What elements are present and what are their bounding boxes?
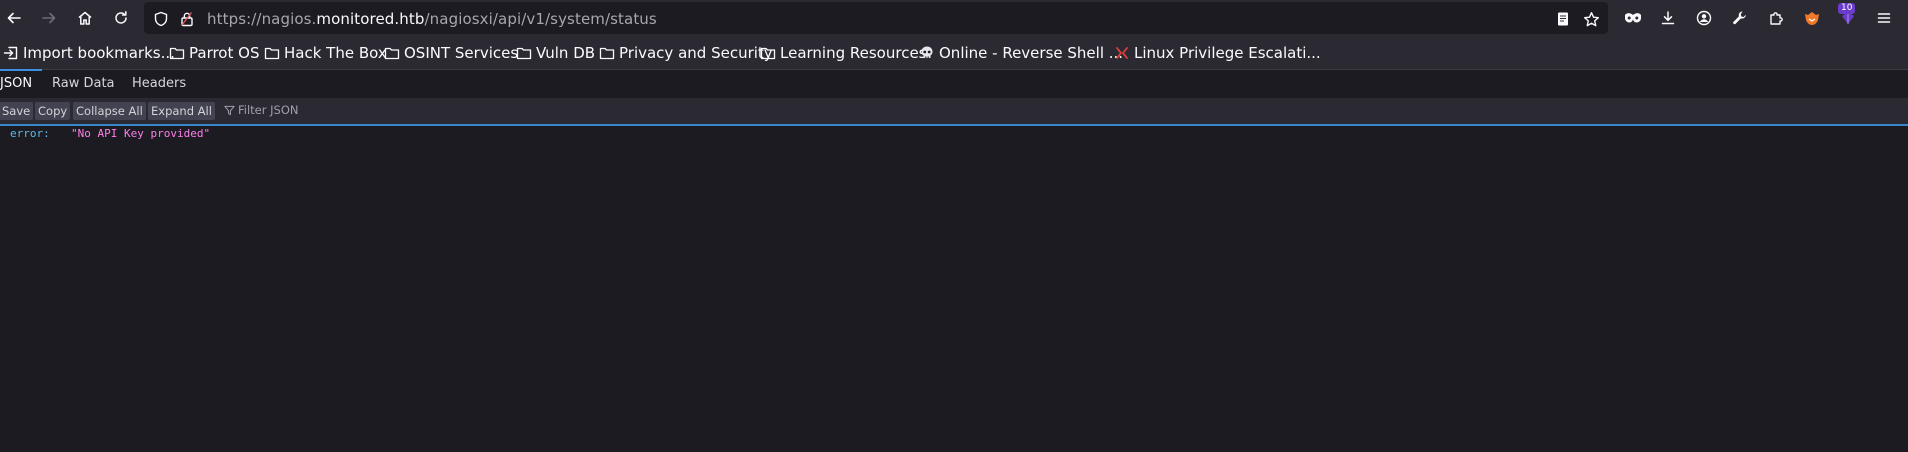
home-button[interactable] [72,5,98,31]
bookmark-label: Hack The Box [284,44,387,62]
puzzle-icon [1770,12,1783,25]
account-icon [1696,10,1712,26]
fox-icon [1805,12,1819,25]
mask-icon [1625,13,1641,23]
developer-tools-button[interactable] [1727,5,1753,31]
bookmark-label: Online - Reverse Shell ... [939,44,1124,62]
json-viewer-tabs: JSON Raw Data Headers [0,70,1908,98]
import-icon [3,46,18,60]
filter-icon [224,105,235,115]
download-icon [1661,11,1675,25]
bookmark-folder-learning-resources[interactable]: Learning Resources [760,43,927,63]
url-prefix: https://nagios. [207,10,317,28]
url-text[interactable]: https://nagios.monitored.htb/nagiosxi/ap… [207,10,657,28]
bookmark-folder-osint-services[interactable]: OSINT Services [384,43,518,63]
foxyproxy-extension-button[interactable] [1799,5,1825,31]
save-button[interactable]: Save [0,102,34,120]
reload-button[interactable] [108,5,134,31]
folder-icon [516,47,532,60]
bookmark-star-icon[interactable] [1582,10,1600,28]
folder-icon [169,47,185,60]
bookmark-label: Parrot OS [189,44,260,62]
bookmark-folder-hack-the-box[interactable]: Hack The Box [264,43,387,63]
folder-icon [384,47,400,60]
forward-arrow-icon [42,12,56,24]
bookmark-label: Vuln DB [536,44,596,62]
json-key: error: [10,127,50,140]
bookmark-reverse-shell[interactable]: Online - Reverse Shell ... [919,43,1123,63]
back-arrow-icon [7,12,21,24]
bookmark-folder-vuln-db[interactable]: Vuln DB [516,43,595,63]
bookmark-linux-privilege-escalation[interactable]: Linux Privilege Escalati... [1114,43,1321,63]
active-tab-indicator [0,69,42,71]
forward-button[interactable] [36,5,62,31]
home-icon [78,11,92,25]
downloads-button[interactable] [1655,5,1681,31]
shield-icon[interactable] [152,10,170,28]
json-row[interactable]: error: "No API Key provided" [10,127,210,140]
tab-json[interactable]: JSON [0,76,32,91]
back-button[interactable] [1,5,27,31]
bookmark-label: OSINT Services [404,44,519,62]
json-toolbar: Save Copy Collapse All Expand All Filter… [0,98,1908,126]
bookmark-import[interactable]: Import bookmarks... [3,43,175,63]
reload-icon [115,11,127,24]
reader-view-icon[interactable] [1554,10,1572,28]
filter-json-input[interactable]: Filter JSON [224,103,298,117]
collapse-all-button[interactable]: Collapse All [73,102,146,120]
tab-raw-data[interactable]: Raw Data [52,76,115,91]
hamburger-menu-icon [1877,13,1891,23]
bookmark-label: Import bookmarks... [23,44,175,62]
navigation-toolbar: https://nagios.monitored.htb/nagiosxi/ap… [0,0,1908,36]
expand-all-button[interactable]: Expand All [148,102,215,120]
url-host: monitored.htb [316,10,425,28]
wrench-icon [1733,11,1746,25]
private-browsing-button[interactable] [1620,5,1646,31]
extensions-button[interactable] [1763,5,1789,31]
filter-placeholder: Filter JSON [238,103,299,117]
folder-icon [264,47,280,60]
menu-button[interactable] [1871,5,1897,31]
bookmark-folder-parrot-os[interactable]: Parrot OS [169,43,259,63]
bookmarks-toolbar: Import bookmarks... Parrot OS Hack The B… [0,36,1908,70]
copy-button[interactable]: Copy [35,102,71,120]
json-string-value: "No API Key provided" [71,127,211,140]
url-bar[interactable]: https://nagios.monitored.htb/nagiosxi/ap… [144,2,1608,34]
tab-headers[interactable]: Headers [132,76,186,91]
bookmark-label: Privacy and Security [619,44,773,62]
json-content-panel: error: "No API Key provided" [0,126,1908,452]
account-button[interactable] [1691,5,1717,31]
bookmark-label: Linux Privilege Escalati... [1134,44,1321,62]
skull-icon [921,46,933,58]
bookmark-label: Learning Resources [780,44,927,62]
extension-badge: 10 [1838,3,1856,14]
folder-icon [760,47,776,60]
bookmark-folder-privacy-and-security[interactable]: Privacy and Security [599,43,773,63]
folder-icon [599,47,615,60]
lock-icon[interactable] [178,10,196,28]
url-path: /nagiosxi/api/v1/system/status [424,10,657,28]
gtfobins-icon [1116,47,1128,59]
